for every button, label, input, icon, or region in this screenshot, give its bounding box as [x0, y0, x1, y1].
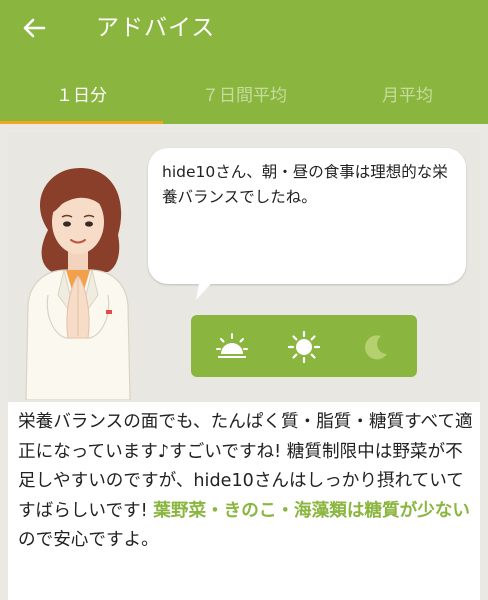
- speech-bubble: hide10さん、朝・昼の食事は理想的な栄養バランスでしたね。: [148, 148, 466, 284]
- moon-icon[interactable]: [359, 330, 393, 364]
- sun-icon[interactable]: [287, 330, 321, 364]
- active-tab-indicator: [0, 121, 163, 124]
- page-title: アドバイス: [96, 15, 216, 41]
- back-arrow-icon[interactable]: [18, 12, 50, 44]
- tab-7-day-average[interactable]: ７日間平均: [163, 56, 326, 124]
- tab-1-day[interactable]: １日分: [0, 56, 163, 124]
- tab-bar: １日分 ７日間平均 月平均: [0, 56, 488, 124]
- app-bar: アドバイス: [0, 0, 488, 56]
- advice-panel: 栄養バランスの面でも、たんぱく質・脂質・糖質すべて適正になっています♪すごいです…: [8, 402, 480, 600]
- advice-highlight: 葉野菜・きのこ・海藻類は糖質が少ない: [153, 500, 470, 521]
- meal-time-selector: [191, 315, 417, 377]
- advice-text: 栄養バランスの面でも、たんぱく質・脂質・糖質すべて適正になっています♪すごいです…: [18, 408, 478, 556]
- advice-text-part2: ので安心ですよ。: [18, 530, 159, 550]
- tab-monthly-average[interactable]: 月平均: [326, 56, 488, 124]
- bubble-message: hide10さん、朝・昼の食事は理想的な栄養バランスでしたね。: [162, 163, 448, 206]
- advisor-illustration: [25, 168, 131, 400]
- sunrise-icon[interactable]: [215, 330, 249, 364]
- speech-bubble-tail: [196, 278, 216, 300]
